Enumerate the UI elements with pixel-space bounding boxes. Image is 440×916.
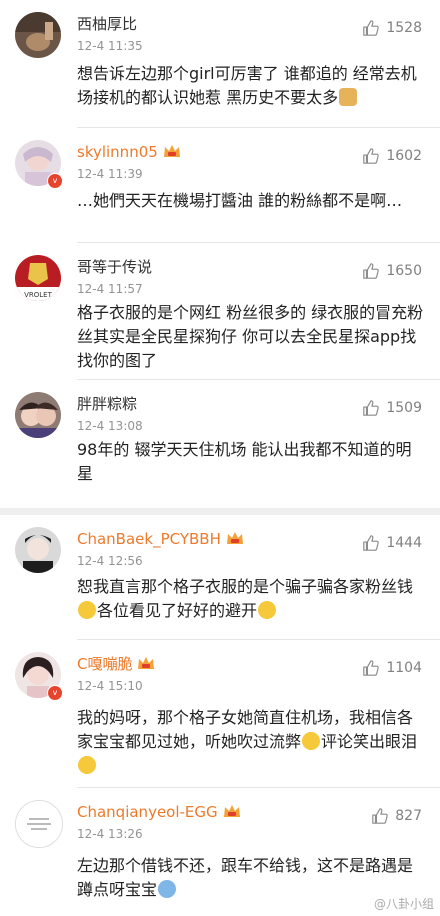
comment-item: 西柚厚比 12-4 11:35 1528 想告诉左边那个girl可厉害了 谁都追… (0, 0, 440, 128)
comment-text: 恕我直言那个格子衣服的是个骗子骗各家粉丝钱各位看见了好好的避开 (77, 575, 427, 623)
like-count: 1509 (386, 400, 422, 416)
baby-emoji-icon (158, 880, 177, 898)
comment-username[interactable]: C嘎嘣脆 (77, 654, 155, 674)
comment-username[interactable]: Chanqianyeol-EGG (77, 802, 241, 822)
comment-text: 98年的 辍学天天住机场 能认出我都不知道的明星 (77, 440, 412, 483)
like-count: 1528 (386, 20, 422, 36)
comment-item: VROLET 哥等于传说 12-4 11:57 1650 格子衣服的是个网红 粉… (0, 243, 440, 380)
vip-crown-icon (163, 145, 180, 157)
comment-text: 我的妈呀，那个格子女她简直住机场，我相信各家宝宝都见过她，听她吹过流弊 评论笑出眼… (77, 706, 427, 778)
like-count: 827 (395, 808, 422, 824)
comment-username[interactable]: ChanBaek_PCYBBH (77, 529, 244, 549)
comment-text-part: 评论笑出眼泪 (321, 732, 418, 751)
verified-badge-icon: v (47, 685, 63, 701)
comment-item: ChanBaek_PCYBBH 12-4 12:56 1444 恕我直言那个格子… (0, 515, 440, 640)
comment-text: 格子衣服的是个网红 粉丝很多的 绿衣服的冒充粉丝其实是全民星探狗仔 你可以去全民… (77, 303, 424, 370)
avatar[interactable]: VROLET (15, 255, 61, 301)
like-button[interactable]: 1602 (362, 146, 422, 166)
comment-username[interactable]: 西柚厚比 (77, 14, 137, 34)
comment-item: v C嘎嘣脆 12-4 15:10 1104 我的妈呀，那个格子女她简直住机场，… (0, 640, 440, 788)
thumbs-up-icon (363, 263, 380, 279)
thinking-emoji-icon (78, 601, 96, 619)
comment-text: 想告诉左边那个girl可厉害了 谁都追的 经常去机场接机的都认识她惹 黑历史不要… (77, 62, 427, 110)
thumbs-up-icon (363, 400, 380, 416)
thinking-emoji-icon (258, 601, 277, 619)
comment-time: 12-4 11:57 (77, 282, 143, 296)
avatar[interactable] (15, 800, 63, 848)
avatar[interactable] (15, 527, 61, 573)
username-text: C嘎嘣脆 (77, 655, 133, 673)
comment-time: 12-4 13:08 (77, 419, 143, 433)
comment-list: 西柚厚比 12-4 11:35 1528 想告诉左边那个girl可厉害了 谁都追… (0, 0, 440, 916)
like-button[interactable]: 1444 (362, 533, 422, 553)
vip-crown-icon (223, 805, 240, 817)
like-count: 1650 (386, 263, 422, 279)
like-count: 1444 (386, 535, 422, 551)
laugh-cry-emoji-icon (78, 756, 96, 774)
avatar-logo-text: VROLET (24, 291, 52, 299)
comment-time: 12-4 12:56 (77, 554, 143, 568)
like-button[interactable]: 1104 (362, 658, 422, 678)
like-button[interactable]: 1650 (362, 261, 422, 281)
smile-emoji-icon (302, 732, 321, 750)
watermark: @八卦小组 (373, 897, 434, 911)
verified-badge-icon: v (47, 173, 63, 189)
comment-item: 胖胖粽粽 12-4 13:08 1509 98年的 辍学天天住机场 能认出我都不… (0, 380, 440, 507)
comment-text-part: 恕我直言那个格子衣服的是个骗子骗各家粉丝钱 (77, 577, 414, 596)
comment-time: 12-4 15:10 (77, 679, 143, 693)
vip-crown-icon (226, 532, 243, 544)
thumbs-up-icon (363, 20, 380, 36)
thumbs-up-icon (372, 808, 389, 824)
username-text: Chanqianyeol-EGG (77, 803, 218, 821)
comment-text-body: 左边那个借钱不还，跟车不给钱，这不是路遇是蹲点呀宝宝 (77, 856, 414, 899)
vip-crown-icon (138, 657, 155, 669)
like-count: 1602 (386, 148, 422, 164)
like-count: 1104 (386, 660, 422, 676)
comment-text-part: 各位看见了好好的避开 (97, 601, 258, 620)
comment-item: v skylinnn05 12-4 11:39 1602 …她們天天在機場打醬油… (0, 128, 440, 243)
doge-emoji-icon (339, 88, 358, 106)
comment-time: 12-4 13:26 (77, 827, 143, 841)
comment-text-body: 想告诉左边那个girl可厉害了 谁都追的 经常去机场接机的都认识她惹 黑历史不要… (77, 64, 417, 107)
like-button[interactable]: 1528 (362, 18, 422, 38)
like-button[interactable]: 827 (371, 806, 422, 826)
username-text: skylinnn05 (77, 143, 158, 161)
section-separator (0, 508, 440, 515)
comment-time: 12-4 11:35 (77, 39, 143, 53)
avatar[interactable] (15, 12, 61, 58)
comment-time: 12-4 11:39 (77, 167, 143, 181)
thumbs-up-icon (363, 535, 380, 551)
comment-username[interactable]: 哥等于传说 (77, 257, 152, 277)
comment-username[interactable]: 胖胖粽粽 (77, 394, 137, 414)
comment-username[interactable]: skylinnn05 (77, 142, 181, 162)
comment-text: …她們天天在機場打醬油 誰的粉絲都不是啊… (77, 191, 403, 210)
avatar[interactable] (15, 392, 61, 438)
thumbs-up-icon (363, 660, 380, 676)
username-text: ChanBaek_PCYBBH (77, 530, 221, 548)
thumbs-up-icon (363, 148, 380, 164)
like-button[interactable]: 1509 (362, 398, 422, 418)
